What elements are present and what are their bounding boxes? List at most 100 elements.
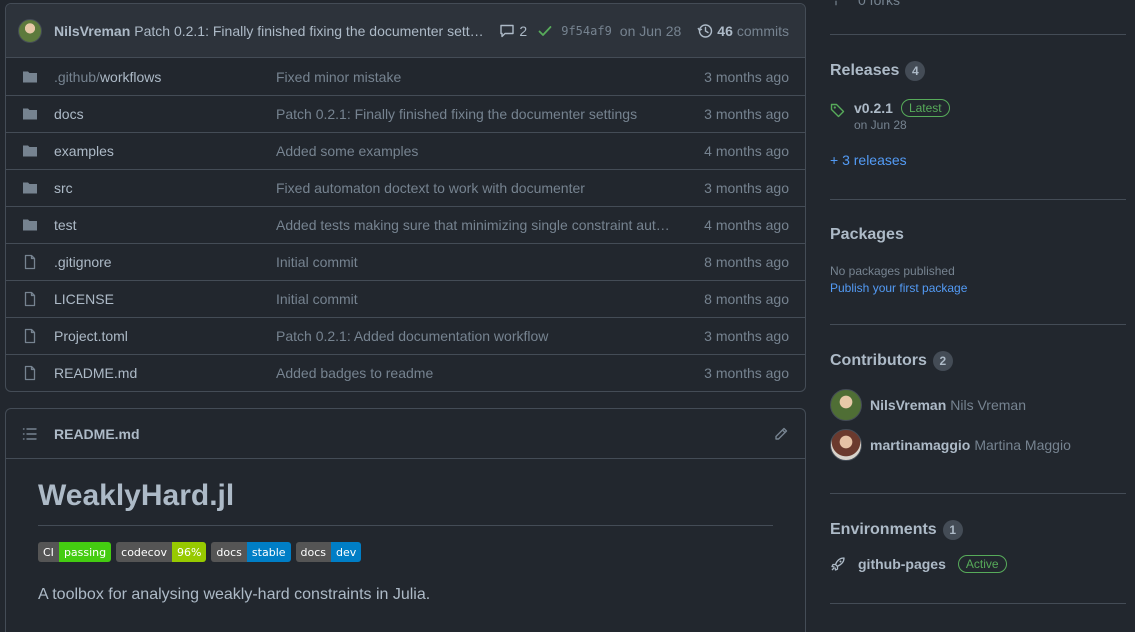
packages-title[interactable]: Packages: [830, 226, 1126, 244]
contributor-login[interactable]: NilsVreman: [870, 397, 946, 413]
environments-count: 1: [942, 520, 963, 540]
readme-panel: README.md WeaklyHard.jl CI passing codecov…: [5, 408, 806, 632]
badge[interactable]: codecov 96%: [116, 542, 207, 562]
file-icon: [22, 328, 38, 344]
file-name: .gitignore: [54, 254, 112, 270]
commit-author-link[interactable]: NilsVreman: [54, 23, 130, 39]
badge-value: passing: [58, 542, 112, 562]
file-name-link[interactable]: LICENSE: [54, 291, 114, 307]
contributors-title-link[interactable]: Contributors 2: [830, 351, 1126, 371]
file-name: workflows: [99, 68, 162, 85]
file-age: 3 months ago: [704, 68, 789, 85]
release-date: on Jun 28: [854, 118, 907, 132]
forks-stat[interactable]: 0 forks: [830, 0, 1126, 8]
commit-sha-link[interactable]: 9f54af9: [561, 24, 612, 38]
file-commit-link[interactable]: Patch 0.2.1: Added documentation workflo…: [276, 328, 671, 344]
pencil-icon[interactable]: [773, 426, 789, 442]
file-row[interactable]: src Fixed automaton doctext to work with …: [6, 169, 805, 206]
contributor-item[interactable]: martinamaggio Martina Maggio: [830, 429, 1126, 461]
file-age: 3 months ago: [704, 328, 789, 344]
contributor-item[interactable]: NilsVreman Nils Vreman: [830, 389, 1126, 421]
file-icon: [22, 291, 38, 307]
file-commit-link[interactable]: Added badges to readme: [276, 365, 671, 381]
contributors-title: Contributors: [830, 352, 927, 369]
comment-count[interactable]: 2: [519, 23, 527, 39]
file-row[interactable]: .github/workflows Fixed minor mistake 3 mo…: [6, 58, 805, 95]
commit-message-link[interactable]: Patch 0.2.1: Finally finished fixing the…: [134, 23, 486, 39]
no-packages-text: No packages published: [830, 264, 955, 278]
releases-section: Releases 4 v0.2.1 Latest on Jun 28 + 3 r…: [830, 61, 1126, 168]
environments-title-link[interactable]: Environments 1: [830, 520, 1126, 540]
commit-date: on Jun 28: [619, 22, 682, 39]
file-browser: NilsVreman Patch 0.2.1: Finally finished…: [5, 3, 806, 392]
author-avatar[interactable]: [18, 18, 42, 43]
file-commit-link[interactable]: Added tests making sure that minimizing …: [276, 217, 671, 233]
file-name-link[interactable]: docs: [54, 106, 84, 122]
latest-badge: Latest: [900, 99, 950, 117]
publish-package-link[interactable]: Publish your first package: [830, 281, 1126, 295]
file-commit-link[interactable]: Patch 0.2.1: Finally finished fixing the…: [276, 106, 671, 122]
file-icon: [22, 365, 38, 381]
file-age: 8 months ago: [704, 291, 789, 307]
avatar[interactable]: [830, 429, 862, 461]
file-commit-link[interactable]: Initial commit: [276, 291, 671, 307]
badge-label: docs: [295, 542, 332, 562]
folder-icon: [22, 69, 38, 85]
file-name-link[interactable]: .github/workflows: [54, 69, 161, 85]
file-name: test: [54, 217, 77, 233]
contributor-login[interactable]: martinamaggio: [870, 437, 970, 453]
file-list: .github/workflows Fixed minor mistake 3 mo…: [6, 58, 805, 391]
file-row[interactable]: .gitignore Initial commit 8 months ago: [6, 243, 805, 280]
file-commit-link[interactable]: Initial commit: [276, 254, 671, 270]
badge-label: CI: [38, 542, 59, 562]
file-name: docs: [54, 106, 84, 122]
badge-value: stable: [246, 542, 291, 562]
avatar[interactable]: [830, 389, 862, 421]
file-age: 4 months ago: [704, 217, 789, 233]
readme-header: README.md: [6, 409, 805, 459]
readme-description: A toolbox for analysing weakly-hard cons…: [38, 586, 431, 603]
badge-value: dev: [331, 542, 362, 562]
file-row[interactable]: LICENSE Initial commit 8 months ago: [6, 280, 805, 317]
environments-title: Environments: [830, 521, 937, 538]
history-icon: [697, 23, 713, 39]
file-row[interactable]: test Added tests making sure that minimiz…: [6, 206, 805, 243]
environment-item[interactable]: github-pages Active: [830, 555, 1126, 573]
file-name: README.md: [54, 365, 138, 381]
badge[interactable]: docs stable: [211, 542, 291, 562]
file-name-link[interactable]: README.md: [54, 365, 137, 381]
release-version: v0.2.1: [854, 100, 893, 116]
file-row[interactable]: README.md Added badges to readme 3 months …: [6, 354, 805, 391]
file-row[interactable]: Project.toml Patch 0.2.1: Added documenta…: [6, 317, 805, 354]
releases-title: Releases: [830, 62, 900, 79]
file-name: examples: [54, 143, 114, 159]
file-row[interactable]: examples Added some examples 4 months ago: [6, 132, 805, 169]
check-icon[interactable]: [537, 23, 553, 39]
latest-commit-bar: NilsVreman Patch 0.2.1: Finally finished…: [6, 4, 805, 58]
folder-icon: [22, 106, 38, 122]
badge[interactable]: docs dev: [295, 542, 362, 562]
badge[interactable]: CI passing: [38, 542, 112, 562]
file-age: 3 months ago: [704, 365, 789, 381]
file-commit-link[interactable]: Fixed minor mistake: [276, 69, 671, 85]
file-name-link[interactable]: .gitignore: [54, 254, 112, 270]
releases-title-link[interactable]: Releases 4: [830, 61, 1126, 81]
file-commit-link[interactable]: Added some examples: [276, 143, 671, 159]
file-row[interactable]: docs Patch 0.2.1: Finally finished fixing…: [6, 95, 805, 132]
comment-icon[interactable]: [499, 23, 515, 39]
list-icon[interactable]: [22, 426, 38, 442]
commits-label: commits: [736, 22, 789, 39]
latest-release[interactable]: v0.2.1 Latest on Jun 28: [830, 99, 1126, 132]
divider: [830, 199, 1126, 200]
commit-history-link[interactable]: 46 commits: [697, 23, 789, 39]
file-name: Project.toml: [54, 328, 128, 344]
environment-name[interactable]: github-pages: [858, 556, 946, 572]
file-name-link[interactable]: test: [54, 217, 77, 233]
file-commit-link[interactable]: Fixed automaton doctext to work with doc…: [276, 180, 671, 196]
file-name-link[interactable]: Project.toml: [54, 328, 128, 344]
file-name-link[interactable]: examples: [54, 143, 114, 159]
divider: [830, 493, 1126, 494]
commit-count: 46: [717, 22, 733, 39]
file-name-link[interactable]: src: [54, 180, 73, 196]
more-releases-link[interactable]: + 3 releases: [830, 152, 1126, 168]
